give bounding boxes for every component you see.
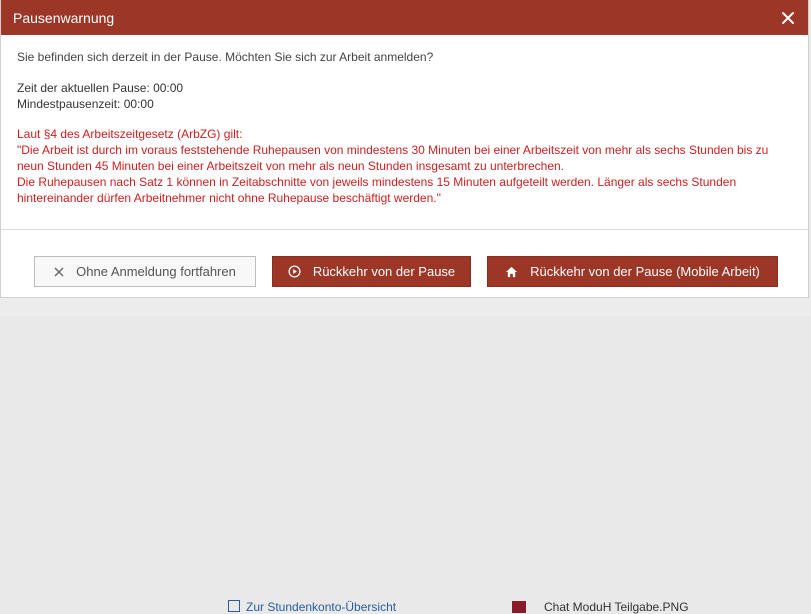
dialog-titlebar: Pausenwarnung: [1, 0, 808, 35]
dialog-title: Pausenwarnung: [13, 9, 115, 26]
x-icon: [54, 267, 64, 277]
current-pause-time: Zeit der aktuellen Pause: 00:00: [17, 81, 184, 95]
law-text-2: Die Ruhepausen nach Satz 1 können in Zei…: [17, 175, 737, 205]
law-heading: Laut §4 des Arbeitszeitgesetz (ArbZG) gi…: [17, 127, 243, 141]
law-notice: Laut §4 des Arbeitszeitgesetz (ArbZG) gi…: [17, 126, 792, 206]
return-from-pause-button[interactable]: Rückkehr von der Pause: [272, 256, 471, 287]
dialog-actions: Ohne Anmeldung fortfahren Rückkehr von d…: [1, 256, 808, 288]
law-text-1: "Die Arbeit ist durch im voraus feststeh…: [17, 143, 769, 173]
dialog-body: Sie befinden sich derzeit in der Pause. …: [1, 35, 808, 206]
pause-warning-dialog: Pausenwarnung Sie befinden sich derzeit …: [0, 0, 809, 298]
background-link: Zur Stundenkonto-Übersicht: [228, 600, 396, 614]
footer-divider: [1, 229, 808, 230]
min-pause-time: Mindestpausenzeit: 00:00: [17, 97, 154, 111]
intro-text: Sie befinden sich derzeit in der Pause. …: [17, 50, 434, 64]
background-page: Zur Stundenkonto-Übersicht Chat ModuH Te…: [0, 298, 811, 614]
background-file: Chat ModuH Teilgabe.PNG: [512, 600, 689, 614]
return-from-pause-mobile-button[interactable]: Rückkehr von der Pause (Mobile Arbeit): [487, 256, 778, 287]
close-icon: [782, 11, 794, 24]
continue-without-login-button[interactable]: Ohne Anmeldung fortfahren: [34, 256, 256, 287]
play-circle-icon: [288, 265, 301, 278]
home-icon: [505, 266, 518, 278]
file-icon: [512, 601, 526, 613]
close-button[interactable]: [780, 10, 796, 26]
external-link-icon: [228, 600, 240, 612]
